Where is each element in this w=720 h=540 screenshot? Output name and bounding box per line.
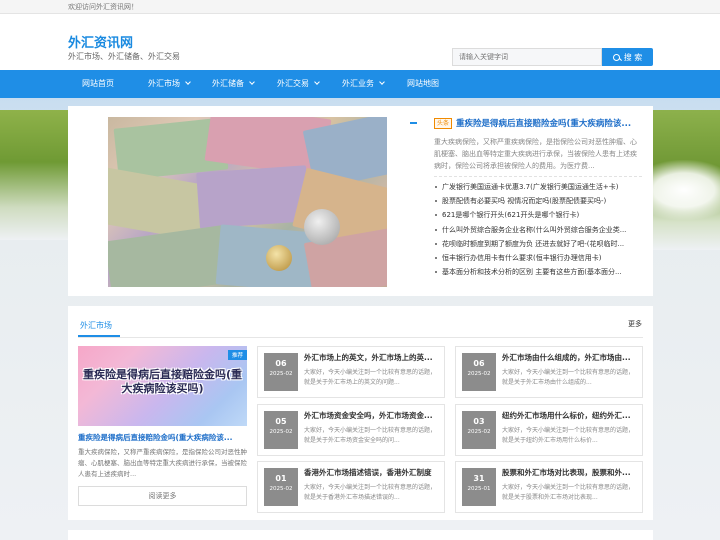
date-box: 31 2025-01 — [462, 468, 496, 506]
main-nav: 网站首页 外汇市场 外汇储备 外汇交易 外汇业务 网站地图 — [0, 70, 720, 98]
nav-item-forex-reserves[interactable]: 外汇储备 — [212, 70, 255, 98]
headline-card: 头条 重疾险是得病后直接赔险金吗(重大疾病险该... 重大疾病保险，又称严重疾病… — [68, 106, 653, 296]
more-link[interactable]: 更多 — [628, 319, 642, 329]
featured-image-caption: 重疾险是得病后直接赔险金吗(重大疾病险该买吗) — [82, 368, 243, 395]
date-box: 01 2025-02 — [264, 468, 298, 506]
headline-tag: 头条 — [434, 118, 453, 129]
chevron-down-icon — [185, 79, 191, 85]
headline-summary: 重大疾病保险，又称严重疾病保险，是指保险公司对恶性肿瘤、心肌梗塞、脑出血等特定重… — [434, 138, 637, 170]
date-box: 05 2025-02 — [264, 411, 298, 449]
search-icon — [612, 53, 620, 61]
headline-list-item[interactable]: 恒丰银行办信用卡有什么要求(恒丰银行办理信用卡) — [434, 251, 644, 265]
article-title[interactable]: 纽约外汇市场用什么标价，纽约外汇... — [502, 410, 638, 421]
featured-image[interactable]: 推荐 重疾险是得病后直接赔险金吗(重大疾病险该买吗) — [78, 346, 247, 426]
headline-marker — [410, 122, 417, 124]
article-description: 大家好，今天小编关注到一个比较有意思的话题，就是关于外汇市场由什么组成的... — [502, 369, 635, 386]
featured-description: 重大疾病保险，又称严重疾病保险，是指保险公司对恶性肿瘤、心肌梗塞、脑出血等特定重… — [78, 448, 247, 478]
article-card[interactable]: 05 2025-02 外汇市场资金安全吗，外汇市场资金... 大家好，今天小编关注… — [257, 404, 445, 456]
article-title[interactable]: 香港外汇市场描述错误，香港外汇制度 — [304, 467, 440, 478]
article-description: 大家好，今天小编关注到一个比较有意思的话题，就是关于香港外汇市场描述错误的... — [304, 484, 437, 501]
top-bar: 欢迎访问外汇资讯网！ — [0, 0, 720, 14]
article-description: 大家好，今天小编关注到一个比较有意思的话题，就是关于外汇市场上的英文的问题... — [304, 369, 437, 386]
article-card[interactable]: 06 2025-02 外汇市场由什么组成的，外汇市场由... 大家好，今天小编关注… — [455, 346, 643, 398]
headline-list-item[interactable]: 股票配债有必要买吗 视情况而定吗(股票配债要买吗-) — [434, 194, 644, 208]
background-grass-left — [0, 110, 70, 240]
chevron-down-icon — [379, 79, 385, 85]
search-input[interactable] — [452, 48, 602, 66]
article-title[interactable]: 外汇市场由什么组成的，外汇市场由... — [502, 352, 638, 363]
article-description: 大家好，今天小编关注到一个比较有意思的话题，就是关于纽约外汇市场用什么标价... — [502, 427, 635, 444]
article-card[interactable]: 03 2025-02 纽约外汇市场用什么标价，纽约外汇... 大家好，今天小编关注… — [455, 404, 643, 456]
site-title[interactable]: 外汇资讯网 — [68, 32, 133, 51]
featured-title[interactable]: 重疾险是得病后直接赔险金吗(重大疾病险该... — [78, 432, 247, 443]
article-title[interactable]: 外汇市场资金安全吗，外汇市场资金... — [304, 410, 440, 421]
chevron-down-icon — [249, 79, 255, 85]
nav-item-forex-business[interactable]: 外汇业务 — [342, 70, 385, 98]
chevron-down-icon — [314, 79, 320, 85]
nav-item-forex-trading[interactable]: 外汇交易 — [277, 70, 320, 98]
nav-item-sitemap[interactable]: 网站地图 — [407, 70, 439, 98]
read-more-button[interactable]: 阅读更多 — [78, 486, 247, 506]
headline-list-item[interactable]: 基本面分析和技术分析的区别 主要有这些方面(基本面分... — [434, 265, 644, 279]
nav-item-home[interactable]: 网站首页 — [82, 70, 114, 98]
headline-list-item[interactable]: 什么叫外贸综合服务企业名称(什么叫外贸综合服务企业类... — [434, 223, 644, 237]
article-title[interactable]: 股票和外汇市场对比表现，股票和外... — [502, 467, 638, 478]
site-header: 外汇资讯网 外汇市场、外汇储备、外汇交易 搜 索 — [0, 14, 720, 70]
article-card[interactable]: 06 2025-02 外汇市场上的英文，外汇市场上的英... 大家好，今天小编关注… — [257, 346, 445, 398]
section-divider — [78, 337, 643, 338]
recommend-badge: 推荐 — [227, 350, 247, 360]
date-box: 03 2025-02 — [462, 411, 496, 449]
banknote-shape — [108, 224, 232, 287]
forex-market-section: 外汇市场 更多 推荐 重疾险是得病后直接赔险金吗(重大疾病险该买吗) 重疾险是得… — [68, 306, 653, 520]
search-button[interactable]: 搜 索 — [602, 48, 653, 66]
welcome-text: 欢迎访问外汇资讯网！ — [68, 3, 138, 11]
hero-image[interactable] — [108, 117, 387, 287]
date-box: 06 2025-02 — [264, 353, 298, 391]
coin-shape — [304, 209, 340, 245]
article-card[interactable]: 31 2025-01 股票和外汇市场对比表现，股票和外... 大家好，今天小编关注… — [455, 461, 643, 513]
nav-item-forex-market[interactable]: 外汇市场 — [148, 70, 191, 98]
article-description: 大家好，今天小编关注到一个比较有意思的话题，就是关于外汇市场资金安全吗的问... — [304, 427, 437, 444]
headline-list-item[interactable]: 广发银行美国运通卡优惠3.7(广发银行美国运通生活+卡) — [434, 180, 644, 194]
section-title[interactable]: 外汇市场 — [80, 320, 112, 331]
article-description: 大家好，今天小编关注到一个比较有意思的话题，就是关于股票和外汇市场对比表现... — [502, 484, 635, 501]
search-button-label: 搜 索 — [623, 52, 643, 62]
headline-title[interactable]: 重疾险是得病后直接赔险金吗(重大疾病险该... — [456, 117, 644, 129]
coin-shape — [266, 245, 292, 271]
headline-list-item[interactable]: 621是哪个银行开头(621开头是哪个银行卡) — [434, 208, 644, 222]
headline-list-item[interactable]: 花呗临时额度到期了额度为负 还进去就好了吧-(花呗临时... — [434, 237, 644, 251]
date-box: 06 2025-02 — [462, 353, 496, 391]
next-section-card — [68, 530, 653, 540]
site-subtitle: 外汇市场、外汇储备、外汇交易 — [68, 52, 180, 61]
headline-list: 广发银行美国运通卡优惠3.7(广发银行美国运通生活+卡) 股票配债有必要买吗 视… — [434, 180, 644, 279]
headline-divider — [434, 176, 642, 177]
article-card[interactable]: 01 2025-02 香港外汇市场描述错误，香港外汇制度 大家好，今天小编关注到一… — [257, 461, 445, 513]
article-title[interactable]: 外汇市场上的英文，外汇市场上的英... — [304, 352, 440, 363]
